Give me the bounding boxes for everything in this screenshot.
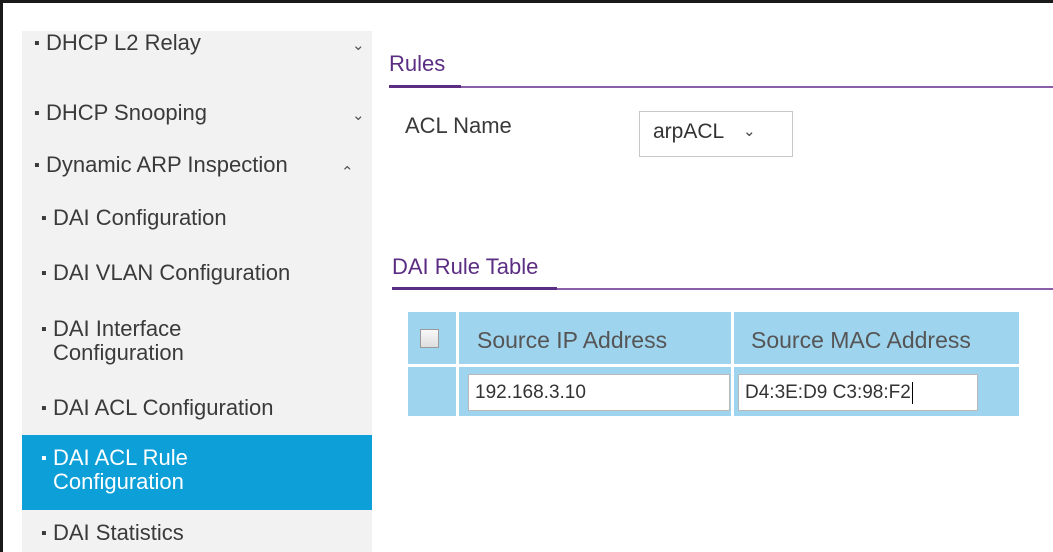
sidebar-item-dhcp-snooping[interactable]: ▪ DHCP Snooping ⌄ [22, 101, 372, 143]
source-mac-input[interactable]: D4:3E:D9 C3:98:F2 [738, 374, 978, 411]
select-all-cell [408, 312, 456, 364]
chevron-down-icon: ⌄ [743, 123, 756, 140]
sidebar-nav: ▪ DHCP L2 Relay ⌄ ▪ DHCP Snooping ⌄ ▪ Dy… [22, 31, 372, 552]
sidebar-item-label: DAI Statistics [53, 520, 184, 545]
sidebar-item-dai-configuration[interactable]: ▪ DAI Configuration [22, 206, 372, 248]
sidebar-item-dai-statistics[interactable]: ▪ DAI Statistics [22, 521, 372, 552]
sidebar-item-label: DAI Configuration [53, 205, 227, 230]
sidebar-item-label-line1: DAI Interface [53, 316, 182, 341]
sidebar-item-label-line1: DAI ACL Rule [53, 445, 188, 470]
bullet-icon: ▪ [41, 450, 47, 467]
column-header-source-mac: Source MAC Address [734, 312, 1019, 364]
acl-name-label: ACL Name [405, 113, 512, 138]
column-header-source-ip: Source IP Address [459, 312, 731, 364]
sidebar-item-label: DHCP L2 Relay [46, 30, 201, 55]
source-ip-value: 192.168.3.10 [475, 382, 586, 403]
sidebar-item-label: DAI VLAN Configuration [53, 260, 291, 285]
bullet-icon: ▪ [34, 157, 40, 174]
sidebar-item-dai-interface-configuration[interactable]: ▪ DAI Interface Configuration [22, 317, 372, 373]
app-frame: ▪ DHCP L2 Relay ⌄ ▪ DHCP Snooping ⌄ ▪ Dy… [0, 0, 1053, 552]
row-select-cell [408, 367, 456, 416]
column-header-label: Source MAC Address [751, 327, 971, 353]
bullet-icon: ▪ [34, 105, 40, 122]
sidebar-item-dai-acl-configuration[interactable]: ▪ DAI ACL Configuration [22, 396, 372, 438]
source-mac-cell: D4:3E:D9 C3:98:F2 [734, 367, 1019, 416]
acl-name-select[interactable]: arpACL ⌄ [639, 111, 793, 157]
sidebar-item-dai-acl-rule-configuration[interactable]: ▪ DAI ACL Rule Configuration [22, 435, 372, 510]
rules-divider [389, 86, 1053, 88]
sidebar-item-label-line2: Configuration [53, 469, 184, 494]
dai-rule-table-title: DAI Rule Table [392, 254, 539, 279]
bullet-icon: ▪ [41, 265, 47, 282]
sidebar-item-label: Dynamic ARP Inspection [46, 152, 288, 177]
sidebar-item-label: DAI ACL Configuration [53, 395, 274, 420]
chevron-down-icon[interactable]: ⌄ [352, 34, 365, 58]
bullet-icon: ▪ [41, 321, 47, 338]
source-ip-input[interactable]: 192.168.3.10 [468, 374, 730, 411]
sidebar-item-dai-vlan-configuration[interactable]: ▪ DAI VLAN Configuration [22, 261, 372, 303]
acl-name-value: arpACL [653, 120, 725, 143]
sidebar-item-label: DHCP Snooping [46, 100, 208, 125]
source-mac-value: D4:3E:D9 C3:98:F2 [745, 382, 911, 403]
select-all-checkbox[interactable] [420, 329, 439, 348]
sidebar-item-dhcp-l2-relay[interactable]: ▪ DHCP L2 Relay ⌄ [22, 31, 372, 73]
bullet-icon: ▪ [41, 400, 47, 417]
chevron-down-icon[interactable]: ⌄ [352, 104, 365, 128]
rules-title-underline [389, 85, 461, 88]
column-header-label: Source IP Address [477, 327, 668, 353]
text-caret [911, 381, 913, 404]
bullet-icon: ▪ [41, 525, 47, 542]
dai-rule-table-title-underline [392, 287, 557, 290]
bullet-icon: ▪ [34, 35, 40, 52]
source-ip-cell: 192.168.3.10 [459, 367, 731, 416]
sidebar-item-dynamic-arp-inspection[interactable]: ▪ Dynamic ARP Inspection ⌃ [22, 153, 372, 195]
bullet-icon: ▪ [41, 210, 47, 227]
sidebar-item-label-line2: Configuration [53, 340, 184, 365]
rules-section-title: Rules [389, 51, 446, 76]
chevron-up-icon[interactable]: ⌃ [341, 161, 354, 185]
